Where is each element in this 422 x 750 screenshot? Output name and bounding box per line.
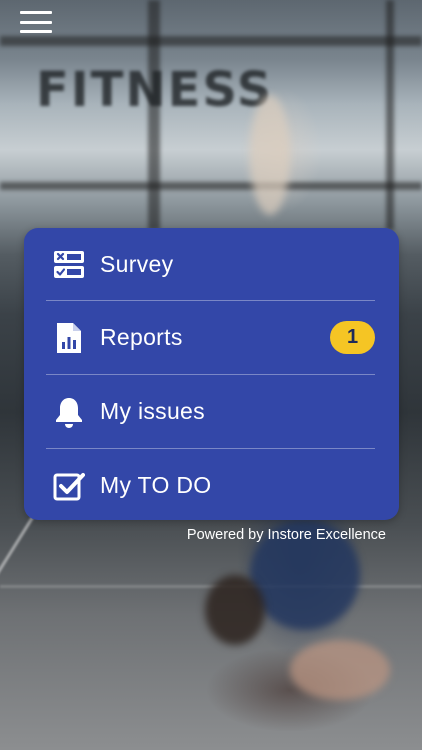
menu-item-label: Reports [100,324,183,350]
notification-badge: 1 [330,321,375,354]
ceiling-beam [0,36,422,46]
hamburger-icon[interactable] [20,11,52,33]
menu-item-label: Survey [100,251,174,277]
report-icon [52,321,86,355]
fitness-sign: FITNESS [36,62,274,118]
checkbox-icon [52,469,86,503]
menu-item-reports[interactable]: Reports 1 [24,301,399,374]
bell-icon [52,395,86,429]
athlete-legs [250,95,290,215]
athlete-head [205,575,265,645]
menu-item-my-issues[interactable]: My issues [24,375,399,448]
pillar [386,0,394,230]
window-frame [0,182,422,190]
menu-item-label: My TO DO [100,472,212,498]
athlete-arms [290,640,390,700]
menu-item-survey[interactable]: Survey [24,228,399,301]
menu-item-label: My issues [100,398,205,424]
menu-item-my-to-do[interactable]: My TO DO [24,449,399,520]
survey-icon [52,248,86,282]
main-menu: Survey Reports 1 My issues My TO DO [24,228,399,520]
powered-by-text: Powered by Instore Excellence [186,527,386,543]
